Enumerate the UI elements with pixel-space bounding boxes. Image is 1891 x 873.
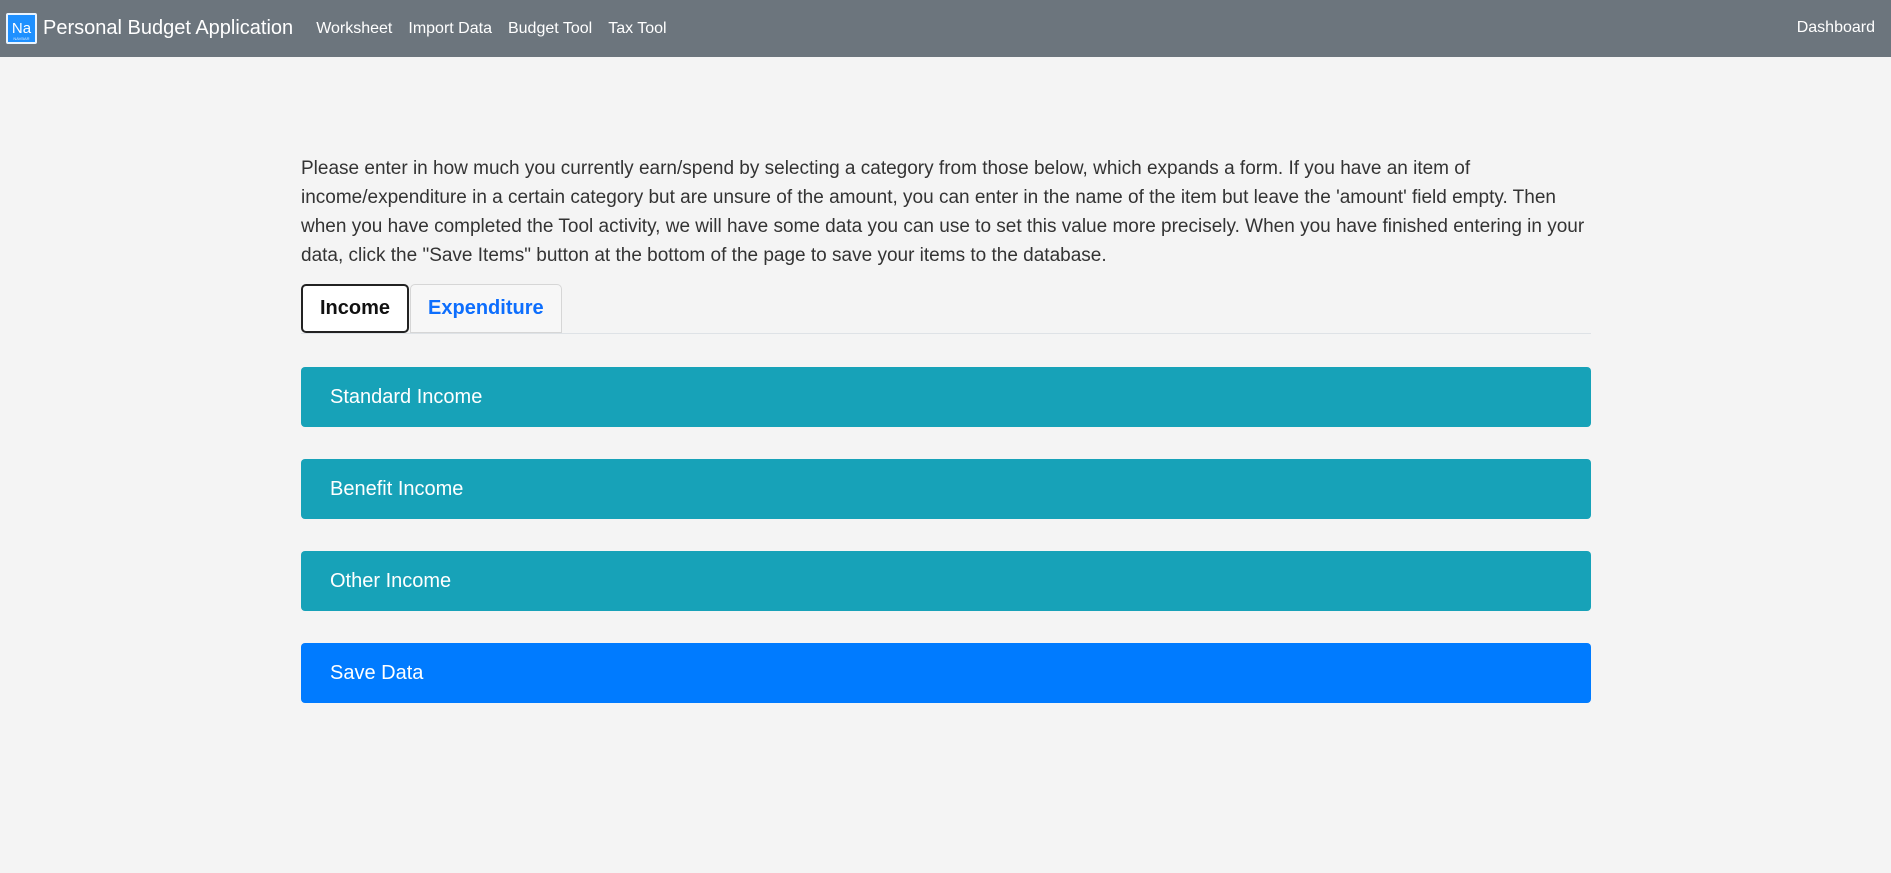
nav-links: Worksheet Import Data Budget Tool Tax To…	[316, 20, 682, 38]
standard-income-panel[interactable]: Standard Income	[301, 367, 1591, 427]
logo-text: Na	[11, 20, 32, 37]
intro-text: Please enter in how much you currently e…	[301, 158, 1585, 266]
nav-link-worksheet[interactable]: Worksheet	[316, 20, 392, 38]
other-income-panel[interactable]: Other Income	[301, 551, 1591, 611]
tab-income[interactable]: Income	[301, 284, 410, 333]
tab-bar: Income Expenditure	[301, 284, 1591, 334]
logo-subtext: NAVBAR	[13, 36, 30, 41]
nav-link-budget-tool[interactable]: Budget Tool	[508, 20, 592, 38]
benefit-income-panel[interactable]: Benefit Income	[301, 459, 1591, 519]
main-content: Please enter in how much you currently e…	[301, 154, 1591, 703]
brand-link[interactable]: Na NAVBAR Personal Budget Application	[6, 13, 293, 44]
nav-link-dashboard[interactable]: Dashboard	[1797, 19, 1875, 37]
tab-expenditure[interactable]: Expenditure	[410, 284, 562, 333]
nav-link-import-data[interactable]: Import Data	[408, 20, 492, 38]
app-logo-icon: Na NAVBAR	[6, 13, 37, 44]
top-navbar: Na NAVBAR Personal Budget Application Wo…	[0, 0, 1891, 57]
save-data-button[interactable]: Save Data	[301, 643, 1591, 703]
nav-link-tax-tool[interactable]: Tax Tool	[608, 20, 666, 38]
brand-title: Personal Budget Application	[43, 17, 294, 39]
